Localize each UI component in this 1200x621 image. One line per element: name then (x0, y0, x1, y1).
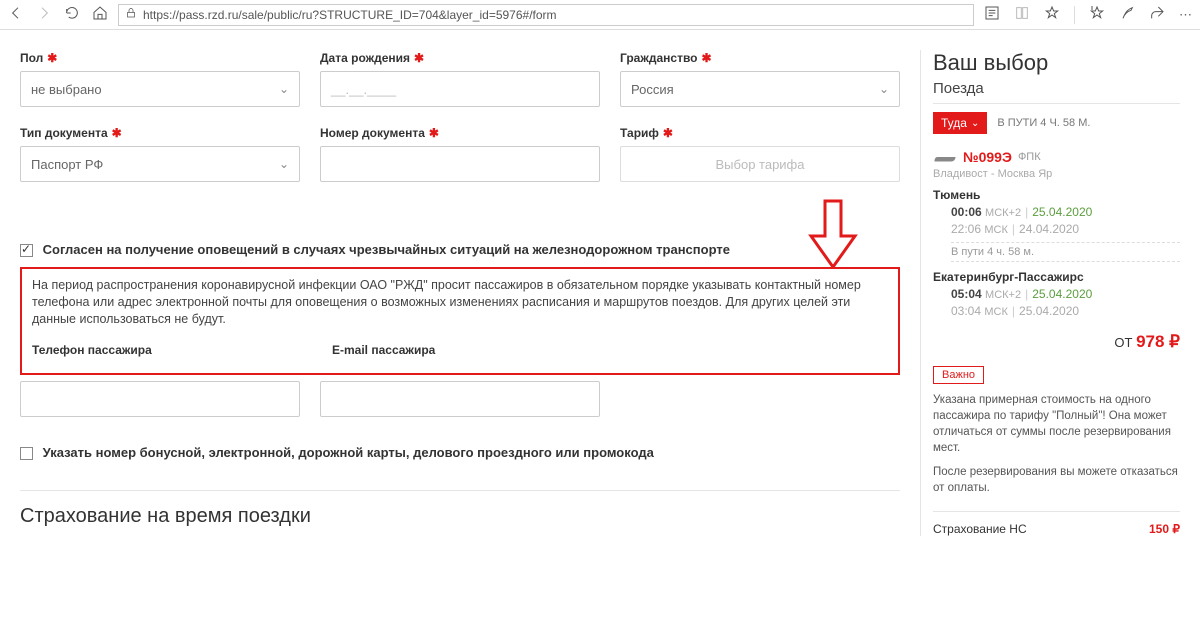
refresh-icon[interactable] (64, 5, 80, 24)
important-text-2: После резервирования вы можете отказатьс… (933, 464, 1180, 496)
notes-icon[interactable] (1119, 5, 1135, 24)
citizenship-label: Гражданство✱ (620, 51, 712, 65)
gender-label: Пол✱ (20, 51, 57, 65)
arrow-down-icon (808, 199, 858, 269)
covid-notice-text: На период распространения коронавирусной… (32, 277, 888, 328)
favorites-icon[interactable] (1089, 5, 1105, 24)
lock-icon (125, 7, 137, 22)
summary-title: Ваш выбор (933, 50, 1180, 76)
from-time-primary: 00:06 МСК+2|25.04.2020 (933, 205, 1180, 219)
bonus-checkbox[interactable] (20, 447, 33, 460)
duration: В пути 4 ч. 58 м. (951, 242, 1180, 262)
birthdate-label: Дата рождения✱ (320, 51, 424, 65)
citizenship-select[interactable]: Россия ⌄ (620, 71, 900, 107)
summary-subtitle: Поезда (933, 80, 1180, 97)
doctype-select[interactable]: Паспорт РФ ⌄ (20, 146, 300, 182)
menu-icon[interactable]: ⋯ (1179, 7, 1192, 23)
train-route: Владивост - Москва Яр (933, 168, 1180, 180)
home-icon[interactable] (92, 5, 108, 24)
book-icon[interactable] (1014, 5, 1030, 24)
direction-badge[interactable]: Туда ⌄ (933, 112, 987, 134)
passenger-form: Пол✱ не выбрано ⌄ Дата рождения✱ __.__._… (20, 50, 900, 536)
train-number[interactable]: №099Э (963, 149, 1012, 165)
to-time-primary: 05:04 МСК+2|25.04.2020 (933, 287, 1180, 301)
price-row: ОТ 978 ₽ (933, 332, 1180, 352)
email-input[interactable] (320, 381, 600, 417)
docnumber-label: Номер документа✱ (320, 126, 439, 140)
email-label: E-mail пассажира (332, 343, 435, 357)
insurance-section-title: Страхование на время поездки (20, 490, 900, 528)
chevron-down-icon: ⌄ (279, 82, 289, 96)
order-summary: Ваш выбор Поезда Туда ⌄ В ПУТИ 4 Ч. 58 М… (920, 50, 1180, 536)
url-bar[interactable]: https://pass.rzd.ru/sale/public/ru?STRUC… (118, 4, 974, 26)
important-badge: Важно (933, 366, 984, 384)
chevron-down-icon: ⌄ (279, 157, 289, 171)
consent-checkbox[interactable] (20, 244, 33, 257)
chevron-down-icon: ⌄ (971, 118, 979, 129)
covid-notice-box: На период распространения коронавирусной… (20, 267, 900, 375)
tariff-button[interactable]: Выбор тарифа (620, 146, 900, 182)
from-time-secondary: 22:06 МСК|24.04.2020 (933, 222, 1180, 236)
important-text-1: Указана примерная стоимость на одного па… (933, 392, 1180, 456)
url-text: https://pass.rzd.ru/sale/public/ru?STRUC… (143, 8, 557, 22)
insurance-label: Страхование НС (933, 522, 1027, 536)
forward-icon[interactable] (36, 5, 52, 24)
doctype-label: Тип документа✱ (20, 126, 122, 140)
tariff-label: Тариф✱ (620, 126, 673, 140)
travel-time: В ПУТИ 4 Ч. 58 М. (997, 117, 1090, 129)
browser-toolbar: https://pass.rzd.ru/sale/public/ru?STRUC… (0, 0, 1200, 30)
back-icon[interactable] (8, 5, 24, 24)
phone-label: Телефон пассажира (32, 343, 152, 357)
train-operator: ФПК (1018, 151, 1041, 163)
insurance-row: Страхование НС 150 ₽ (933, 511, 1180, 536)
gender-select[interactable]: не выбрано ⌄ (20, 71, 300, 107)
reader-icon[interactable] (984, 5, 1000, 24)
bonus-label: Указать номер бонусной, электронной, дор… (43, 445, 654, 460)
share-icon[interactable] (1149, 5, 1165, 24)
train-icon (933, 148, 957, 166)
to-city: Екатеринбург-Пассажирс (933, 270, 1180, 284)
phone-input[interactable] (20, 381, 300, 417)
consent-label: Согласен на получение оповещений в случа… (43, 242, 730, 257)
chevron-down-icon: ⌄ (879, 82, 889, 96)
star-icon[interactable] (1044, 5, 1060, 24)
from-city: Тюмень (933, 188, 1180, 202)
docnumber-input[interactable] (320, 146, 600, 182)
to-time-secondary: 03:04 МСК|25.04.2020 (933, 304, 1180, 318)
insurance-price: 150 ₽ (1149, 522, 1180, 536)
birthdate-input[interactable]: __.__.____ (320, 71, 600, 107)
